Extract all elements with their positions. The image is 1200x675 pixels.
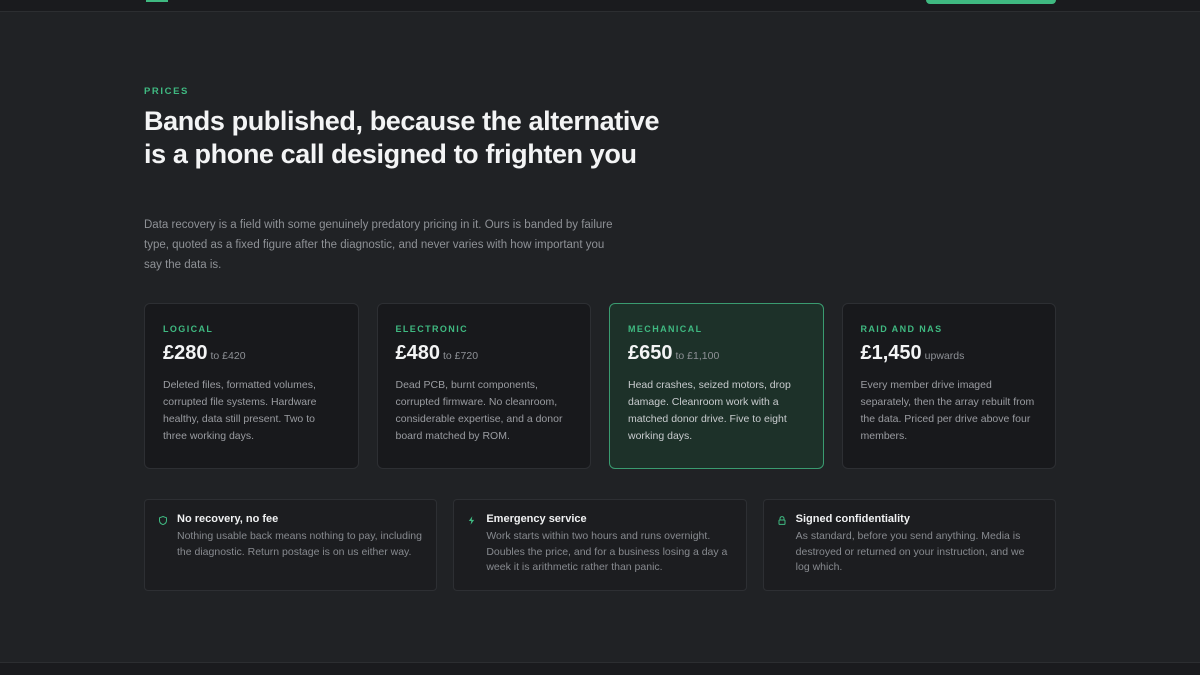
price-cards: LOGICAL £280 to £420 Deleted files, form…	[144, 303, 1056, 469]
price-range: to £420	[210, 350, 246, 362]
price-range: to £1,100	[675, 350, 720, 362]
feature-card-no-fee: No recovery, no fee Nothing usable back …	[144, 499, 438, 591]
price-amount: £1,450	[860, 342, 922, 364]
feature-card-emergency: Emergency service Work starts within two…	[453, 499, 747, 591]
price-card-description: Deleted files, formatted volumes, corrup…	[163, 379, 317, 442]
price-range: upwards	[924, 350, 965, 362]
price-card-logical: LOGICAL £280 to £420 Deleted files, form…	[144, 303, 359, 469]
price-card-price: £1,450 upwards	[861, 342, 1038, 365]
price-card-raid-nas: RAID AND NAS £1,450 upwards Every member…	[841, 303, 1056, 469]
price-card-price: £280 to £420	[163, 342, 340, 365]
feature-description: Work starts within two hours and runs ov…	[486, 530, 728, 573]
lightning-icon	[468, 513, 478, 590]
price-card-description: Dead PCB, burnt components, corrupted fi…	[395, 379, 563, 442]
price-card-mechanical: MECHANICAL £650 to £1,100 Head crashes, …	[609, 303, 824, 469]
feature-title: No recovery, no fee	[177, 513, 279, 525]
price-amount: £650	[628, 342, 673, 364]
price-card-price: £650 to £1,100	[628, 342, 805, 365]
price-amount: £280	[163, 342, 208, 364]
feature-text: No recovery, no fee Nothing usable back …	[177, 513, 422, 590]
feature-title: Emergency service	[486, 513, 587, 525]
feature-text: Signed confidentiality As standard, befo…	[796, 513, 1041, 590]
top-navigation-bar	[0, 0, 1200, 12]
price-card-description: Head crashes, seized motors, drop damage…	[628, 379, 791, 442]
price-card-tag: LOGICAL	[163, 324, 214, 334]
price-card-tag: RAID AND NAS	[860, 324, 943, 334]
price-range: to £720	[443, 350, 479, 362]
price-card-tag: ELECTRONIC	[395, 324, 468, 334]
feature-description: As standard, before you send anything. M…	[795, 530, 1025, 573]
feature-cards: No recovery, no fee Nothing usable back …	[144, 499, 1056, 591]
price-card-price: £480 to £720	[396, 342, 573, 365]
section-intro: Data recovery is a field with some genui…	[144, 219, 613, 271]
price-card-tag: MECHANICAL	[628, 324, 703, 334]
feature-title: Signed confidentiality	[795, 513, 910, 525]
feature-text: Emergency service Work starts within two…	[486, 513, 731, 590]
lock-icon	[778, 513, 788, 590]
section-heading: Bands published, because the alternative…	[144, 106, 660, 169]
page-footer	[0, 662, 1200, 675]
shield-icon	[159, 513, 169, 590]
feature-description: Nothing usable back means nothing to pay…	[177, 530, 422, 558]
price-card-electronic: ELECTRONIC £480 to £720 Dead PCB, burnt …	[376, 303, 591, 469]
section-eyebrow: PRICES	[144, 86, 189, 97]
header-cta-button[interactable]	[926, 0, 1056, 4]
logo[interactable]	[146, 0, 168, 2]
price-card-description: Every member drive imaged separately, th…	[860, 379, 1035, 442]
price-amount: £480	[395, 342, 441, 364]
feature-card-confidentiality: Signed confidentiality As standard, befo…	[762, 499, 1056, 591]
